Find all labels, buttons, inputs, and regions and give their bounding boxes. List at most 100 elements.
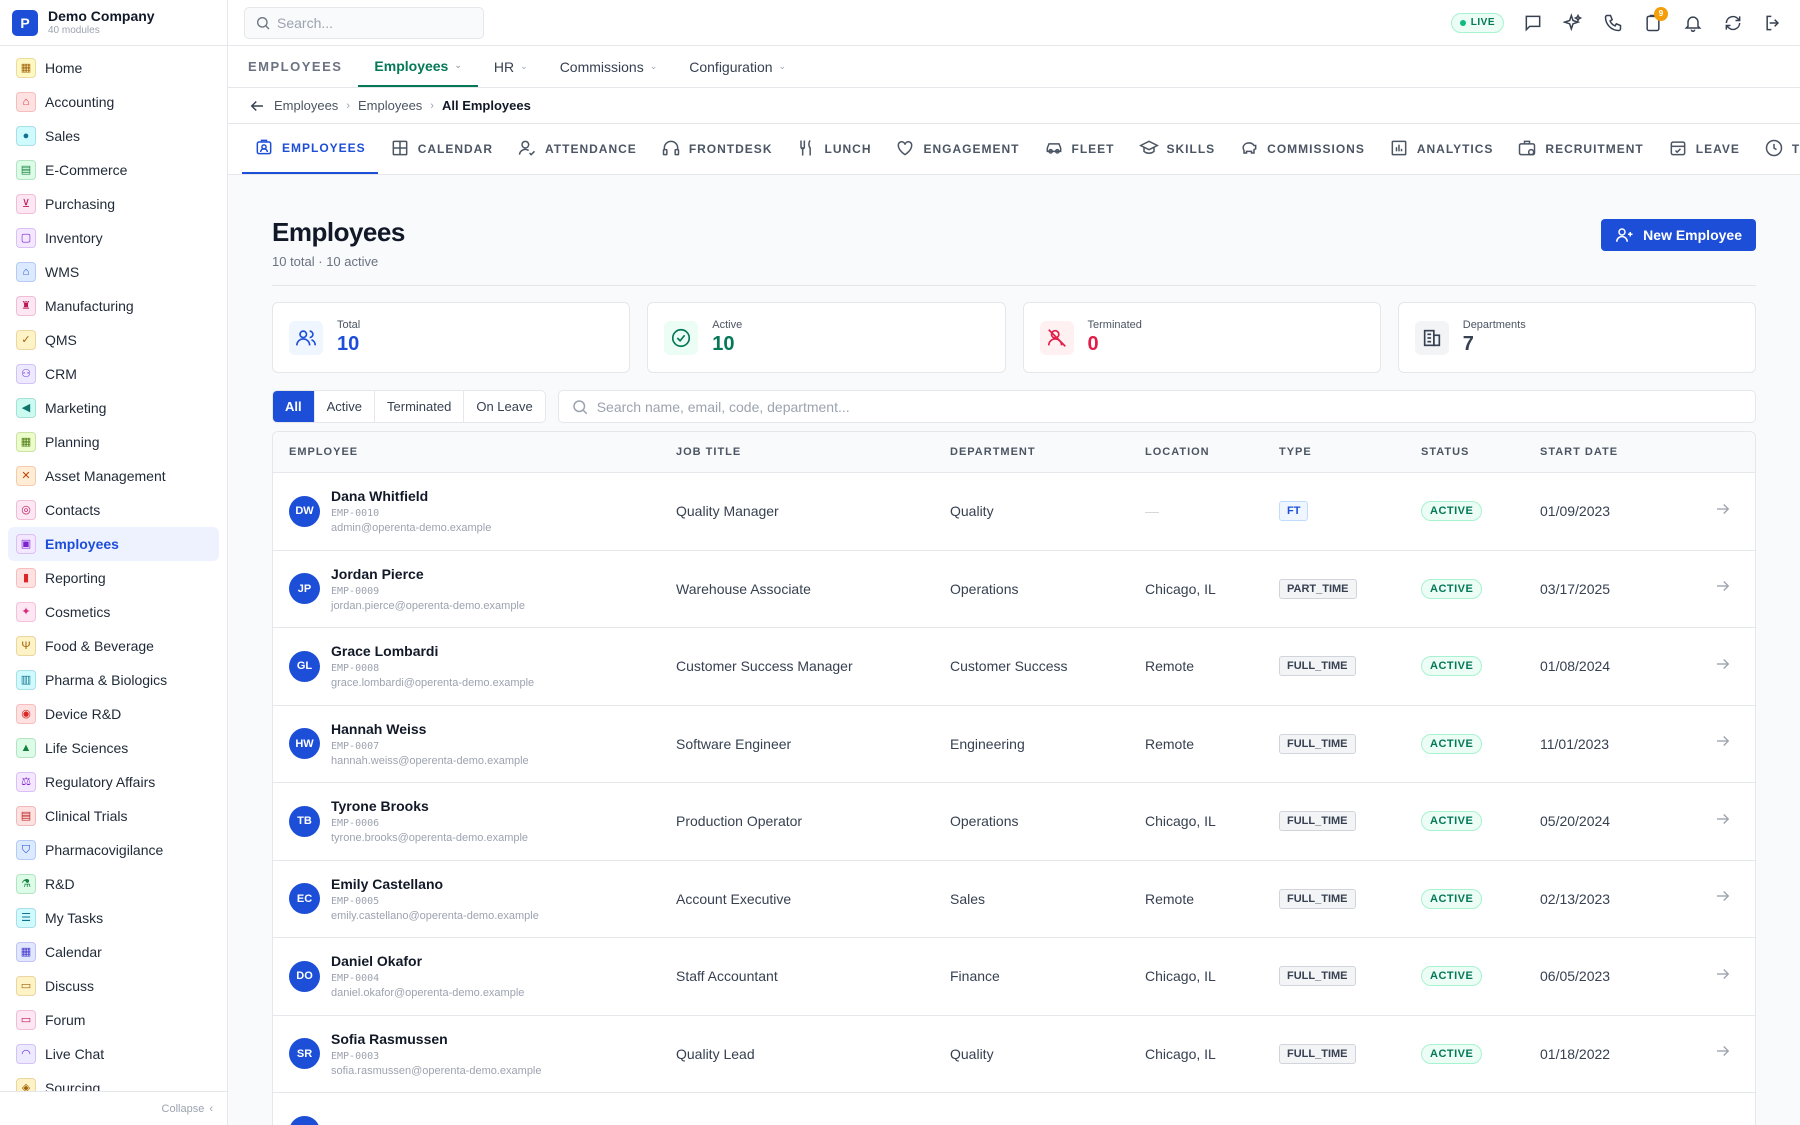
sidebar-item-home[interactable]: ▦ Home: [8, 51, 219, 85]
table-row[interactable]: SR Sofia Rasmussen EMP-0003 sofia.rasmussen…: [273, 1016, 1755, 1093]
arrow-right-icon[interactable]: [1680, 655, 1750, 678]
sidebar-item-asset-management[interactable]: ✕ Asset Management: [8, 459, 219, 493]
sidebar-item-inventory[interactable]: ▢ Inventory: [8, 221, 219, 255]
sparkle-icon[interactable]: [1562, 12, 1584, 34]
subtab-recruitment[interactable]: RECRUITMENT: [1505, 124, 1655, 174]
employee-name[interactable]: Daniel Okafor: [331, 953, 524, 969]
table-row[interactable]: JP Jordan Pierce EMP-0009 jordan.pierce@ope…: [273, 551, 1755, 628]
filter-active[interactable]: Active: [315, 391, 376, 422]
arrow-right-icon[interactable]: [1680, 577, 1750, 600]
column-header-start-date[interactable]: START DATE: [1540, 446, 1680, 458]
subtab-engagement[interactable]: ENGAGEMENT: [883, 124, 1031, 174]
phone-icon[interactable]: [1602, 12, 1624, 34]
sidebar-item-r-d[interactable]: ⚗ R&D: [8, 867, 219, 901]
breadcrumb-item[interactable]: Employees: [274, 98, 338, 113]
arrow-right-icon[interactable]: [1680, 732, 1750, 755]
breadcrumb-item[interactable]: Employees: [358, 98, 422, 113]
sidebar-item-my-tasks[interactable]: ☰ My Tasks: [8, 901, 219, 935]
employee-name[interactable]: Sofia Rasmussen: [331, 1031, 542, 1047]
table-row[interactable]: EC Emily Castellano EMP-0005 emily.castella…: [273, 861, 1755, 938]
sidebar-item-planning[interactable]: ▦ Planning: [8, 425, 219, 459]
sidebar-item-qms[interactable]: ✓ QMS: [8, 323, 219, 357]
sidebar-item-pharma-biologics[interactable]: ▥ Pharma & Biologics: [8, 663, 219, 697]
table-row[interactable]: DW Dana Whitfield EMP-0010 admin@operenta-d…: [273, 473, 1755, 551]
module-tab-hr[interactable]: HR ⌄: [478, 46, 544, 87]
sidebar-item-crm[interactable]: ⚇ CRM: [8, 357, 219, 391]
sidebar-item-pharmacovigilance[interactable]: ⛉ Pharmacovigilance: [8, 833, 219, 867]
bell-icon[interactable]: [1682, 12, 1704, 34]
sidebar-item-accounting[interactable]: ⌂ Accounting: [8, 85, 219, 119]
module-tab-employees[interactable]: Employees ⌄: [358, 46, 478, 87]
sidebar-item-wms[interactable]: ⌂ WMS: [8, 255, 219, 289]
table-row[interactable]: DO Daniel Okafor EMP-0004 daniel.okafor@ope…: [273, 938, 1755, 1016]
filter-all[interactable]: All: [273, 391, 315, 422]
filter-terminated[interactable]: Terminated: [375, 391, 465, 422]
arrow-right-icon[interactable]: [1680, 965, 1750, 988]
back-arrow-icon[interactable]: [248, 97, 266, 115]
arrow-right-icon[interactable]: [1680, 810, 1750, 833]
subtab-time[interactable]: TIME: [1752, 124, 1800, 174]
chat-icon[interactable]: [1522, 12, 1544, 34]
sidebar-item-life-sciences[interactable]: ▲ Life Sciences: [8, 731, 219, 765]
employee-name[interactable]: Grace Lombardi: [331, 643, 534, 659]
subtab-leave[interactable]: LEAVE: [1656, 124, 1752, 174]
subtab-fleet[interactable]: FLEET: [1032, 124, 1127, 174]
table-row[interactable]: TB Tyrone Brooks EMP-0006 tyrone.brooks@ope…: [273, 783, 1755, 861]
sidebar-item-manufacturing[interactable]: ♜ Manufacturing: [8, 289, 219, 323]
column-header-type[interactable]: TYPE: [1279, 446, 1421, 458]
table-row[interactable]: GL Grace Lombardi EMP-0008 grace.lombardi@o…: [273, 628, 1755, 706]
sidebar-item-cosmetics[interactable]: ✦ Cosmetics: [8, 595, 219, 629]
sidebar-item-forum[interactable]: ▭ Forum: [8, 1003, 219, 1037]
sidebar-item-clinical-trials[interactable]: ▤ Clinical Trials: [8, 799, 219, 833]
employee-name[interactable]: Tyrone Brooks: [331, 798, 528, 814]
sidebar-item-employees[interactable]: ▣ Employees: [8, 527, 219, 561]
sidebar-item-food-beverage[interactable]: Ψ Food & Beverage: [8, 629, 219, 663]
sidebar-item-sales[interactable]: ● Sales: [8, 119, 219, 153]
module-tab-commissions[interactable]: Commissions ⌄: [544, 46, 674, 87]
subtab-frontdesk[interactable]: FRONTDESK: [649, 124, 785, 174]
subtab-lunch[interactable]: LUNCH: [784, 124, 883, 174]
sidebar-item-discuss[interactable]: ▭ Discuss: [8, 969, 219, 1003]
sidebar-item-device-r-d[interactable]: ◉ Device R&D: [8, 697, 219, 731]
sidebar-item-sourcing[interactable]: ◈ Sourcing: [8, 1071, 219, 1091]
logout-icon[interactable]: [1762, 12, 1784, 34]
sidebar-item-regulatory-affairs[interactable]: ⚖ Regulatory Affairs: [8, 765, 219, 799]
brand[interactable]: P Demo Company 40 modules: [0, 0, 227, 46]
table-row[interactable]: HW Hannah Weiss EMP-0007 hannah.weiss@opere…: [273, 706, 1755, 783]
sidebar-item-contacts[interactable]: ◎ Contacts: [8, 493, 219, 527]
subtab-skills[interactable]: SKILLS: [1127, 124, 1228, 174]
column-header-department[interactable]: DEPARTMENT: [950, 446, 1145, 458]
new-employee-button[interactable]: New Employee: [1601, 219, 1756, 251]
filter-on-leave[interactable]: On Leave: [464, 391, 544, 422]
sidebar-item-e-commerce[interactable]: ▤ E-Commerce: [8, 153, 219, 187]
switch-icon[interactable]: [1722, 12, 1744, 34]
arrow-right-icon[interactable]: [1680, 500, 1750, 523]
subtab-attendance[interactable]: ATTENDANCE: [505, 124, 649, 174]
column-header-location[interactable]: LOCATION: [1145, 446, 1279, 458]
sidebar-item-marketing[interactable]: ◀ Marketing: [8, 391, 219, 425]
arrow-right-icon[interactable]: [1680, 1042, 1750, 1065]
employee-name[interactable]: Hannah Weiss: [331, 721, 529, 737]
employee-name[interactable]: Jordan Pierce: [331, 566, 525, 582]
table-row[interactable]: PNPriya Nair: [273, 1093, 1755, 1125]
subtab-calendar[interactable]: CALENDAR: [378, 124, 505, 174]
subtab-employees[interactable]: EMPLOYEES: [242, 124, 378, 174]
global-search-input[interactable]: Search...: [244, 6, 484, 39]
collapse-button[interactable]: Collapse ‹: [0, 1091, 227, 1125]
module-tab-configuration[interactable]: Configuration ⌄: [673, 46, 802, 87]
employee-name[interactable]: Emily Castellano: [331, 876, 539, 892]
column-header-job-title[interactable]: JOB TITLE: [676, 446, 950, 458]
subtab-commissions[interactable]: COMMISSIONS: [1227, 124, 1377, 174]
arrow-right-icon[interactable]: [1680, 887, 1750, 910]
employee-search-input[interactable]: Search name, email, code, department...: [557, 390, 1756, 423]
column-header-employee[interactable]: EMPLOYEE: [273, 446, 676, 458]
sidebar-item-calendar[interactable]: ▦ Calendar: [8, 935, 219, 969]
clipboard-icon[interactable]: 9: [1642, 6, 1668, 34]
sidebar-item-reporting[interactable]: ▮ Reporting: [8, 561, 219, 595]
sidebar-item-live-chat[interactable]: ◠ Live Chat: [8, 1037, 219, 1071]
search-icon: [257, 16, 270, 29]
subtab-analytics[interactable]: ANALYTICS: [1377, 124, 1506, 174]
column-header-status[interactable]: STATUS: [1421, 446, 1540, 458]
sidebar-item-purchasing[interactable]: ⊻ Purchasing: [8, 187, 219, 221]
employee-name[interactable]: Dana Whitfield: [331, 488, 491, 504]
